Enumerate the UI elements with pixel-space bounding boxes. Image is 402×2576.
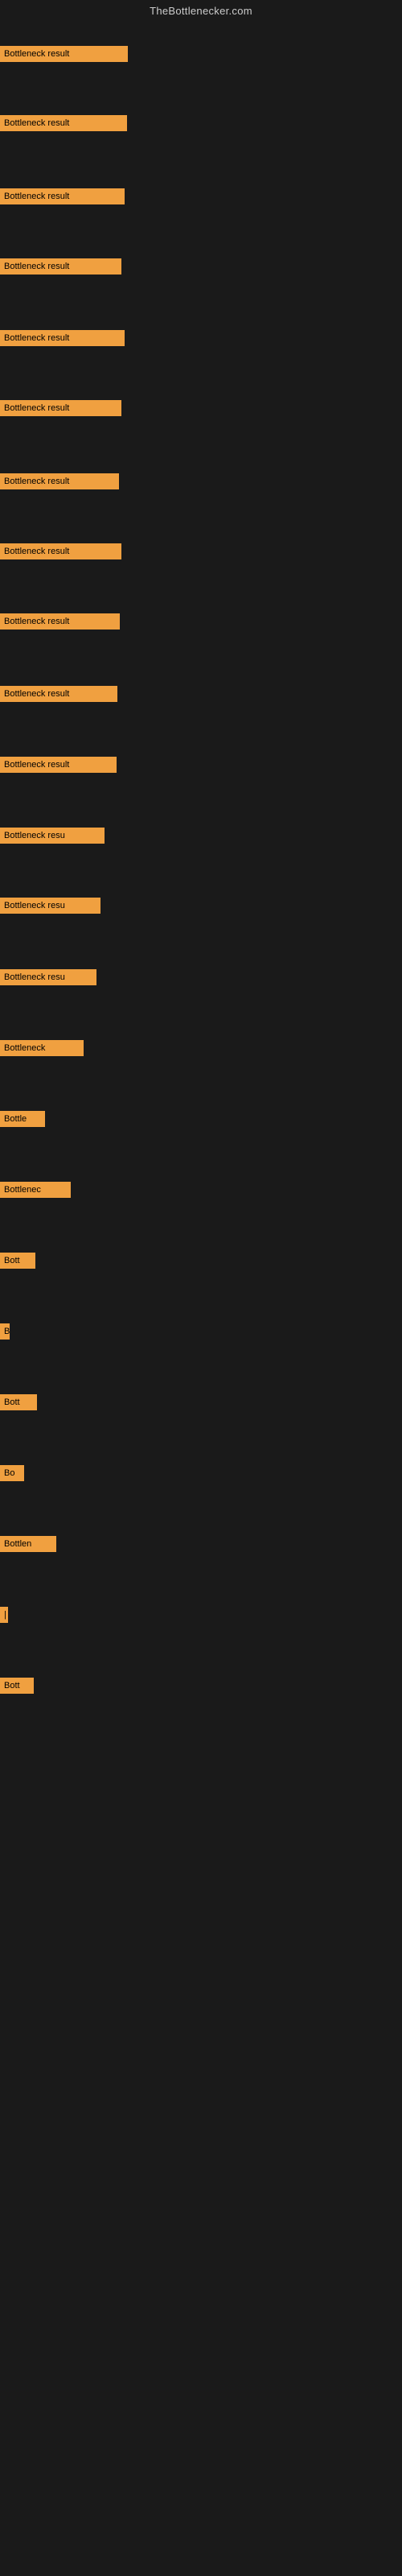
bar-label-9: Bottleneck result bbox=[0, 613, 120, 630]
bar-item-13: Bottleneck resu bbox=[0, 898, 100, 914]
bar-label-6: Bottleneck result bbox=[0, 400, 121, 416]
bar-item-6: Bottleneck result bbox=[0, 400, 121, 416]
bar-label-10: Bottleneck result bbox=[0, 686, 117, 702]
bar-label-24: Bott bbox=[0, 1678, 34, 1694]
bar-item-20: Bott bbox=[0, 1394, 37, 1410]
bar-label-1: Bottleneck result bbox=[0, 46, 128, 62]
bar-item-7: Bottleneck result bbox=[0, 473, 119, 489]
bar-item-16: Bottle bbox=[0, 1111, 45, 1127]
bar-item-3: Bottleneck result bbox=[0, 188, 125, 204]
bar-label-16: Bottle bbox=[0, 1111, 45, 1127]
bar-item-21: Bo bbox=[0, 1465, 24, 1481]
bar-item-11: Bottleneck result bbox=[0, 757, 117, 773]
bar-item-8: Bottleneck result bbox=[0, 543, 121, 559]
bar-label-14: Bottleneck resu bbox=[0, 969, 96, 985]
bar-item-22: Bottlen bbox=[0, 1536, 56, 1552]
bar-item-1: Bottleneck result bbox=[0, 46, 128, 62]
bar-label-4: Bottleneck result bbox=[0, 258, 121, 275]
bar-label-13: Bottleneck resu bbox=[0, 898, 100, 914]
site-title: TheBottlenecker.com bbox=[0, 0, 402, 20]
bar-label-17: Bottlenec bbox=[0, 1182, 71, 1198]
bar-item-19: B bbox=[0, 1323, 10, 1340]
bar-item-24: Bott bbox=[0, 1678, 34, 1694]
bar-item-14: Bottleneck resu bbox=[0, 969, 96, 985]
bar-item-18: Bott bbox=[0, 1253, 35, 1269]
bar-label-22: Bottlen bbox=[0, 1536, 56, 1552]
bar-label-19: B bbox=[0, 1323, 10, 1340]
bar-label-20: Bott bbox=[0, 1394, 37, 1410]
bar-item-17: Bottlenec bbox=[0, 1182, 71, 1198]
bar-label-12: Bottleneck resu bbox=[0, 828, 105, 844]
bar-label-5: Bottleneck result bbox=[0, 330, 125, 346]
bar-item-10: Bottleneck result bbox=[0, 686, 117, 702]
bar-item-12: Bottleneck resu bbox=[0, 828, 105, 844]
bar-item-2: Bottleneck result bbox=[0, 115, 127, 131]
bar-item-4: Bottleneck result bbox=[0, 258, 121, 275]
bar-item-15: Bottleneck bbox=[0, 1040, 84, 1056]
bar-item-5: Bottleneck result bbox=[0, 330, 125, 346]
bar-label-11: Bottleneck result bbox=[0, 757, 117, 773]
bar-label-7: Bottleneck result bbox=[0, 473, 119, 489]
bar-label-18: Bott bbox=[0, 1253, 35, 1269]
bar-item-9: Bottleneck result bbox=[0, 613, 120, 630]
bar-label-23: | bbox=[0, 1607, 8, 1623]
bar-label-8: Bottleneck result bbox=[0, 543, 121, 559]
bar-label-2: Bottleneck result bbox=[0, 115, 127, 131]
bar-label-15: Bottleneck bbox=[0, 1040, 84, 1056]
bar-label-21: Bo bbox=[0, 1465, 24, 1481]
bar-label-3: Bottleneck result bbox=[0, 188, 125, 204]
bar-item-23: | bbox=[0, 1607, 8, 1623]
